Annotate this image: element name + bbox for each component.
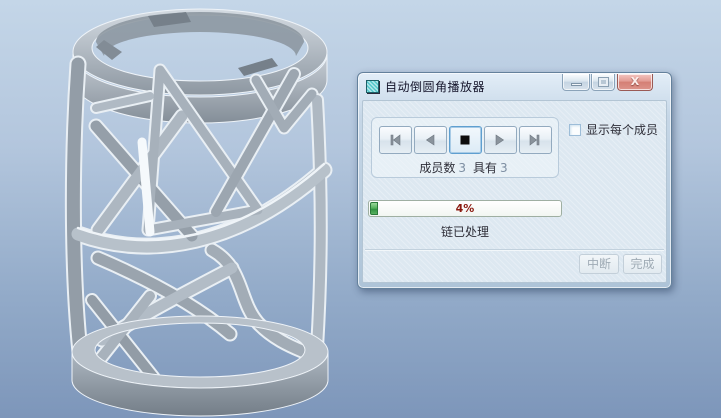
done-button[interactable]: 完成 xyxy=(623,254,662,274)
footer-separator xyxy=(365,249,664,251)
progress-percent-label: 4% xyxy=(455,202,475,215)
dialog-title: 自动倒圆角播放器 xyxy=(385,80,486,94)
cad-viewport[interactable]: 自动倒圆角播放器 X 成员数 3 具有 3 显示每个成员 4% 链已处理 中断 … xyxy=(0,0,721,418)
close-icon: X xyxy=(630,75,640,88)
previous-member-button[interactable] xyxy=(413,126,447,154)
interrupt-button[interactable]: 中断 xyxy=(579,254,619,274)
previous-icon xyxy=(425,134,435,146)
progress-caption: 链已处理 xyxy=(440,225,489,239)
next-icon xyxy=(495,134,505,146)
window-controls: X xyxy=(562,74,653,91)
stop-icon xyxy=(460,135,470,145)
dialog-titlebar[interactable]: 自动倒圆角播放器 X xyxy=(358,73,671,100)
progress-bar: 4% xyxy=(368,200,562,217)
checkbox-icon[interactable] xyxy=(569,123,581,136)
maximize-button[interactable] xyxy=(591,74,615,91)
checkbox-label: 显示每个成员 xyxy=(586,123,659,137)
dialog-content: 成员数 3 具有 3 显示每个成员 4% 链已处理 中断 完成 xyxy=(362,100,667,283)
3d-model-lattice-cylinder[interactable] xyxy=(0,0,360,418)
teal-cube-icon xyxy=(366,80,379,93)
skip-to-first-button[interactable] xyxy=(378,126,412,154)
show-each-member-checkbox[interactable]: 显示每个成员 xyxy=(569,121,658,138)
close-button[interactable]: X xyxy=(617,74,653,91)
skip-to-last-button[interactable] xyxy=(518,126,552,154)
stop-button[interactable] xyxy=(448,126,482,154)
members-count-label: 成员数 3 具有 3 xyxy=(419,161,508,175)
skip-to-first-icon xyxy=(390,134,401,146)
minimize-icon xyxy=(571,83,582,86)
minimize-button[interactable] xyxy=(562,74,590,91)
maximize-icon xyxy=(598,77,609,87)
skip-to-last-icon xyxy=(529,134,540,146)
auto-round-player-dialog: 自动倒圆角播放器 X 成员数 3 具有 3 显示每个成员 4% 链已处理 中断 … xyxy=(357,72,672,289)
playback-controls-panel: 成员数 3 具有 3 xyxy=(371,117,559,178)
next-member-button[interactable] xyxy=(483,126,517,154)
